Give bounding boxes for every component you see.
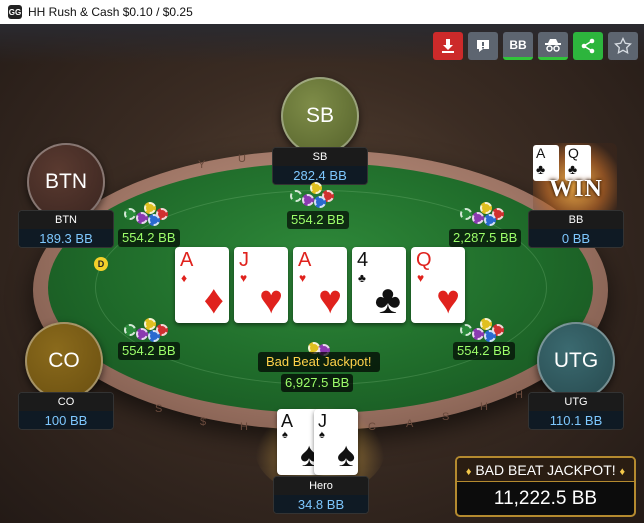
card-suit: ♣ bbox=[568, 161, 578, 177]
chip-stack-co bbox=[124, 314, 172, 344]
win-label: WIN bbox=[549, 176, 603, 202]
seat-co-avatar[interactable]: CO bbox=[25, 322, 103, 400]
player-name: Hero bbox=[274, 477, 368, 495]
spy-button[interactable] bbox=[538, 32, 568, 60]
favorite-button[interactable] bbox=[608, 32, 638, 60]
download-icon bbox=[442, 39, 454, 53]
jackpot-header: ♦ BAD BEAT JACKPOT! ♦ bbox=[457, 458, 634, 482]
player-name: UTG bbox=[529, 393, 623, 411]
card-rank: A bbox=[298, 249, 312, 271]
card-suit-large: ♠ bbox=[336, 436, 355, 474]
card-rank: A bbox=[180, 249, 194, 271]
player-name: BB bbox=[529, 211, 623, 229]
gg-logo-icon: GG bbox=[8, 5, 22, 19]
player-stack: 34.8 BB bbox=[274, 495, 368, 513]
card-rank: A bbox=[281, 411, 294, 431]
player-name: SB bbox=[273, 148, 367, 166]
title-bar: GG HH Rush & Cash $0.10 / $0.25 bbox=[0, 0, 644, 24]
pot-label: Bad Beat Jackpot! bbox=[258, 352, 380, 372]
jackpot-title: BAD BEAT JACKPOT! bbox=[475, 462, 616, 478]
chip-stack-btn bbox=[124, 198, 172, 228]
card-suit-small: ♣ bbox=[358, 271, 366, 285]
diamond-icon: ♦ bbox=[619, 466, 626, 478]
card-suit-small: ♠ bbox=[319, 429, 325, 441]
player-stack: 100 BB bbox=[19, 411, 113, 429]
bad-beat-jackpot-panel: ♦ BAD BEAT JACKPOT! ♦ 11,222.5 BB bbox=[455, 456, 636, 517]
card-suit: ♣ bbox=[536, 161, 546, 177]
card-rank: 4 bbox=[357, 249, 369, 271]
seat-utg-avatar[interactable]: UTG bbox=[537, 322, 615, 400]
bet-sb: 554.2 BB bbox=[287, 211, 349, 229]
card-suit-large: ♥ bbox=[259, 278, 283, 322]
note-icon bbox=[477, 40, 489, 52]
player-stack: 0 BB bbox=[529, 229, 623, 247]
seat-sb-avatar[interactable]: SB bbox=[281, 77, 359, 155]
card-suit-large: ♥ bbox=[318, 278, 342, 322]
seat-hero-nameplate[interactable]: Hero 34.8 BB bbox=[273, 476, 369, 514]
card-suit-large: ♥ bbox=[436, 278, 460, 322]
board-card-5: Q ♥ ♥ bbox=[411, 247, 465, 323]
chip-stack-utg bbox=[460, 314, 508, 344]
card-suit-large: ♣ bbox=[374, 278, 401, 322]
card-suit-small: ♥ bbox=[240, 271, 248, 285]
chip-stack-bb bbox=[460, 198, 508, 228]
board-card-3: A ♥ ♥ bbox=[293, 247, 347, 323]
board-card-2: J ♥ ♥ bbox=[234, 247, 288, 323]
hero-hole-card-2: J ♠ ♠ bbox=[314, 409, 358, 475]
window-title: HH Rush & Cash $0.10 / $0.25 bbox=[28, 5, 193, 19]
seat-co-nameplate[interactable]: CO 100 BB bbox=[18, 392, 114, 430]
player-name: BTN bbox=[19, 211, 113, 229]
dealer-button: D bbox=[94, 257, 108, 271]
bet-bb: 2,287.5 BB bbox=[449, 229, 522, 247]
note-button[interactable] bbox=[468, 32, 498, 60]
board-card-4: 4 ♣ ♣ bbox=[352, 247, 406, 323]
card-suit-small: ♥ bbox=[417, 271, 425, 285]
seat-utg-nameplate[interactable]: UTG 110.1 BB bbox=[528, 392, 624, 430]
chip-stack-sb bbox=[290, 180, 338, 210]
card-rank: Q bbox=[416, 249, 432, 271]
seat-bb-nameplate[interactable]: BB 0 BB bbox=[528, 210, 624, 248]
card-suit-small: ♠ bbox=[282, 429, 288, 441]
share-icon bbox=[581, 38, 595, 54]
card-rank: J bbox=[239, 249, 249, 271]
card-rank: A bbox=[536, 145, 546, 161]
diamond-icon: ♦ bbox=[465, 466, 472, 478]
board-card-1: A ♦ ♦ bbox=[175, 247, 229, 323]
pot-amount: 6,927.5 BB bbox=[281, 374, 354, 392]
jackpot-amount: 11,222.5 BB bbox=[493, 488, 598, 509]
share-button[interactable] bbox=[573, 32, 603, 60]
player-stack: 189.3 BB bbox=[19, 229, 113, 247]
toolbar: BB bbox=[433, 32, 638, 60]
player-name: CO bbox=[19, 393, 113, 411]
card-suit-small: ♦ bbox=[181, 271, 188, 285]
card-rank: J bbox=[318, 411, 327, 431]
card-rank: Q bbox=[568, 145, 579, 161]
bet-btn: 554.2 BB bbox=[118, 229, 180, 247]
bet-utg: 554.2 BB bbox=[453, 342, 515, 360]
bb-toggle-button[interactable]: BB bbox=[503, 32, 533, 60]
download-button[interactable] bbox=[433, 32, 463, 60]
card-suit-large: ♦ bbox=[203, 278, 224, 322]
spy-icon bbox=[545, 38, 561, 52]
seat-btn-nameplate[interactable]: BTN 189.3 BB bbox=[18, 210, 114, 248]
star-icon bbox=[614, 37, 632, 55]
bet-co: 554.2 BB bbox=[118, 342, 180, 360]
card-suit-small: ♥ bbox=[299, 271, 307, 285]
player-stack: 110.1 BB bbox=[529, 411, 623, 429]
